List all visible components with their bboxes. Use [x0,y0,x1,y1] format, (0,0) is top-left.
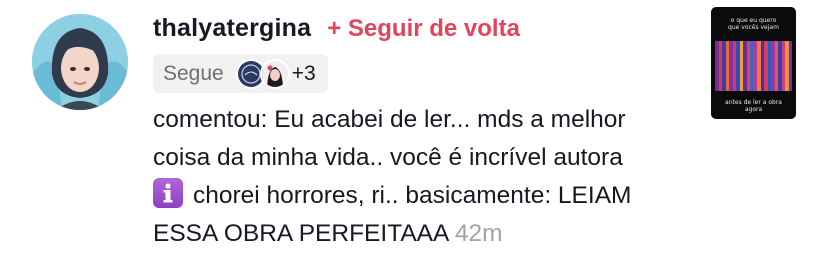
follow-back-button[interactable]: + Seguir de volta [327,15,520,43]
thumbnail-caption-line: agora [744,106,763,113]
thumbnail-caption-top: o que eu quero que vocês vejam [711,17,796,31]
comment-text: comentou: Eu acabei de ler... mds a melh… [153,101,713,253]
follows-label: Segue [163,61,224,85]
comment-line-3: chorei horrores, ri.. basicamente: LEIAM [193,182,632,209]
thumbnail-caption-line: que vocês vejam [728,24,779,31]
thumbnail-caption-line: antes de ler a obra [725,99,782,106]
mutual-avatar [259,58,290,89]
mutual-avatars [235,58,290,89]
timestamp: 42m [454,220,503,247]
user-avatar[interactable] [32,14,128,110]
comment-line-1: Eu acabei de ler... mds a melhor [274,106,626,133]
comment-line: ESSA OBRA PERFEITAAA 42m [153,215,713,253]
comment-line-4: ESSA OBRA PERFEITAAA [153,220,449,247]
notification-content: thalyatergina + Seguir de volta Segue +3… [153,14,713,253]
thumbnail-caption-bottom: antes de ler a obra agora [711,99,796,113]
mutual-follows-chip[interactable]: Segue +3 [153,54,328,93]
comment-line: chorei horrores, ri.. basicamente: LEIAM [153,177,713,215]
notification-header: thalyatergina + Seguir de volta [153,14,713,52]
thumbnail-stripes-image [715,41,792,91]
comment-notification[interactable]: thalyatergina + Seguir de volta Segue +3… [0,0,828,255]
comment-line: comentou: Eu acabei de ler... mds a melh… [153,101,713,139]
information-emoji-icon [153,178,183,208]
video-thumbnail[interactable]: o que eu quero que vocês vejam antes de … [711,7,796,119]
username-link[interactable]: thalyatergina [153,14,311,43]
avatar-photo [32,14,128,110]
mutual-extra-count: +3 [291,61,316,85]
comment-prefix: comentou: [153,106,268,133]
comment-line-2: coisa da minha vida.. você é incrível au… [153,144,623,171]
thumbnail-caption-line: o que eu quero [730,17,777,24]
